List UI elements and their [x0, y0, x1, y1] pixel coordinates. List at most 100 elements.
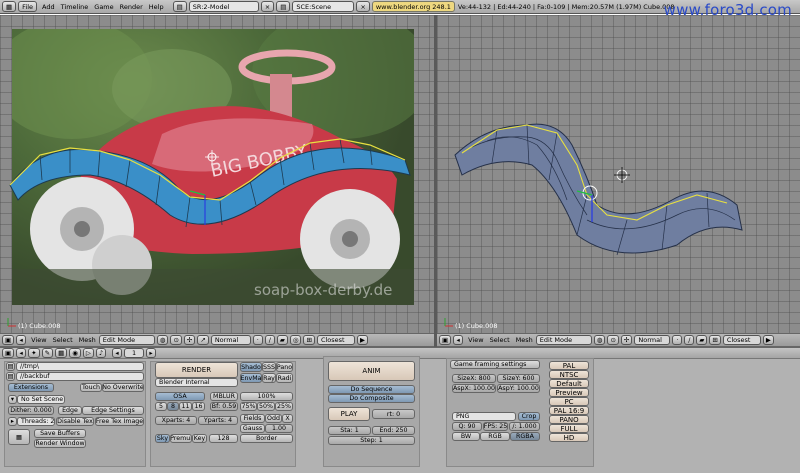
output-folder-icon[interactable]: ▤ [6, 362, 15, 371]
backbuf-path-field[interactable]: //backbuf [16, 372, 144, 381]
asp-y-field[interactable]: AspY: 100.00 [497, 384, 540, 393]
x-toggle[interactable]: X [282, 414, 293, 423]
percent-50[interactable]: 50% [257, 402, 275, 411]
menu-mesh[interactable]: Mesh [76, 336, 99, 344]
no-overwrite-toggle[interactable]: No Overwrite [102, 383, 144, 392]
screen-browse-icon[interactable]: ▤ [172, 1, 187, 12]
start-frame-field[interactable]: Sta: 1 [328, 426, 371, 435]
crop-toggle[interactable]: Crop [518, 412, 540, 421]
preset-pal-169[interactable]: PAL 16:9 [549, 406, 589, 415]
menu-game[interactable]: Game [91, 3, 116, 11]
menu-view[interactable]: View [465, 336, 486, 344]
scene-close-icon[interactable]: × [356, 1, 370, 12]
frame-stepper-next-icon[interactable]: ▸ [146, 348, 157, 358]
osa-16[interactable]: 16 [192, 402, 205, 411]
dispview-icon[interactable]: ▦ [8, 429, 30, 445]
editor-type-icon[interactable]: ▣ [2, 348, 15, 358]
do-composite-toggle[interactable]: Do Composite [328, 394, 415, 403]
snap-icon[interactable]: ⊞ [709, 335, 721, 345]
save-buffers-toggle[interactable]: Save Buffers [34, 429, 86, 438]
face-select-icon[interactable]: ▰ [696, 335, 708, 345]
script-tab-icon[interactable]: ✎ [41, 348, 54, 358]
key-toggle[interactable]: Key [192, 434, 207, 443]
blender-url[interactable]: www.blender.org 248.1 [371, 1, 455, 12]
frame-number[interactable]: 1 [124, 348, 145, 358]
do-sequence-toggle[interactable]: Do Sequence [328, 385, 415, 394]
orientation-select[interactable]: Normal [634, 335, 671, 345]
rt-field[interactable]: rt: 0 [372, 409, 415, 419]
edge-select-icon[interactable]: / [264, 335, 275, 345]
preset-full[interactable]: FULL [549, 424, 589, 433]
render-preview-icon[interactable]: ▶ [762, 335, 774, 345]
menu-help[interactable]: Help [146, 3, 167, 11]
scene-field[interactable]: SCE:Scene [292, 1, 355, 12]
gauss-size-field[interactable]: 1.00 [265, 424, 293, 433]
menu-select[interactable]: Select [50, 336, 76, 344]
output-path-field[interactable]: //tmp\ [16, 362, 144, 371]
left-3d-viewport[interactable]: BIG BOBBY soap-box-derby.de (1) Cube.008 [0, 15, 434, 333]
mode-select[interactable]: Edit Mode [535, 335, 592, 345]
game-framing-button[interactable]: Game framing settings [450, 360, 540, 369]
pivot-icon[interactable]: ⊙ [607, 335, 619, 345]
mblur-toggle[interactable]: MBLUR [210, 392, 238, 401]
no-set-scene-field[interactable]: No Set Scene [17, 395, 65, 404]
snap-mode-select[interactable]: Closest [722, 335, 761, 345]
vertex-select-icon[interactable]: · [672, 335, 683, 345]
snap-icon[interactable]: ⊞ [303, 335, 315, 345]
preset-pc[interactable]: PC [549, 397, 589, 406]
window-type-icon[interactable]: ▦ [2, 1, 17, 12]
fps-base-field[interactable]: /: 1.000 [509, 422, 540, 431]
border-toggle[interactable]: Border [240, 434, 293, 443]
step-field[interactable]: Step: 1 [328, 436, 415, 445]
menu-render[interactable]: Render [117, 3, 146, 11]
scene-browse-icon[interactable]: ▤ [276, 1, 291, 12]
face-select-icon[interactable]: ▰ [276, 335, 288, 345]
pivot-icon[interactable]: ⊙ [170, 335, 182, 345]
preset-pal[interactable]: PAL [549, 361, 589, 370]
sound-tab-icon[interactable]: ♪ [95, 348, 107, 358]
anim-tab-icon[interactable]: ▷ [82, 348, 94, 358]
orientation-select[interactable]: Normal [210, 335, 251, 345]
touch-toggle[interactable]: Touch [80, 383, 102, 392]
anim-button[interactable]: ANIM [328, 361, 415, 381]
edge-settings-button[interactable]: Edge Settings [82, 406, 144, 415]
collapse-menu-icon[interactable]: ◂ [16, 335, 27, 345]
render-window-select[interactable]: Render Window [34, 439, 86, 448]
preset-ntsc[interactable]: NTSC [549, 370, 589, 379]
translate-icon[interactable]: ↗ [197, 335, 209, 345]
free-tex-image-button[interactable]: Free Tex Image [95, 417, 144, 426]
yparts-field[interactable]: Yparts: 4 [198, 416, 238, 425]
play-button[interactable]: PLAY [328, 407, 370, 421]
editor-type-icon[interactable]: ▣ [2, 335, 15, 345]
disable-tex-toggle[interactable]: Disable Tex [56, 417, 94, 426]
file-menu[interactable]: File [18, 1, 38, 12]
ray-toggle[interactable]: Ray [262, 373, 276, 383]
screen-field[interactable]: SR:2-Model [188, 1, 259, 12]
editor-type-icon[interactable]: ▣ [439, 335, 452, 345]
backbuf-folder-icon[interactable]: ▤ [6, 372, 15, 381]
gauss-select[interactable]: Gauss [240, 424, 265, 433]
draw-type-icon[interactable]: ◍ [156, 335, 169, 345]
bf-field[interactable]: Bf: 0.59 [210, 402, 238, 411]
pano-toggle[interactable]: Pano [276, 362, 293, 372]
vertex-select-icon[interactable]: · [252, 335, 263, 345]
radio-toggle[interactable]: Radi [276, 373, 293, 383]
render-button[interactable]: RENDER [155, 362, 238, 378]
osa-toggle[interactable]: OSA [155, 392, 205, 401]
frame-stepper-prev-icon[interactable]: ◂ [112, 348, 123, 358]
preset-hd[interactable]: HD [549, 433, 589, 442]
render-engine-select[interactable]: Blender Internal [155, 378, 238, 387]
osa-8[interactable]: 8 [167, 402, 179, 411]
menu-timeline[interactable]: Timeline [58, 3, 92, 11]
preset-preview[interactable]: Preview [549, 388, 589, 397]
collapse-menu-icon[interactable]: ◂ [453, 335, 464, 345]
manipulator-icon[interactable]: ✢ [620, 335, 633, 345]
odd-toggle[interactable]: Odd [265, 414, 282, 423]
set-scene-icon[interactable]: ▾ [8, 395, 17, 404]
preset-pano[interactable]: PANO [549, 415, 589, 424]
osa-5[interactable]: 5 [155, 402, 167, 411]
sss-toggle[interactable]: SSS [262, 362, 276, 372]
percent-75[interactable]: 75% [240, 402, 257, 411]
render-preview-icon[interactable]: ▶ [356, 335, 368, 345]
fields-toggle[interactable]: Fields [240, 414, 265, 423]
